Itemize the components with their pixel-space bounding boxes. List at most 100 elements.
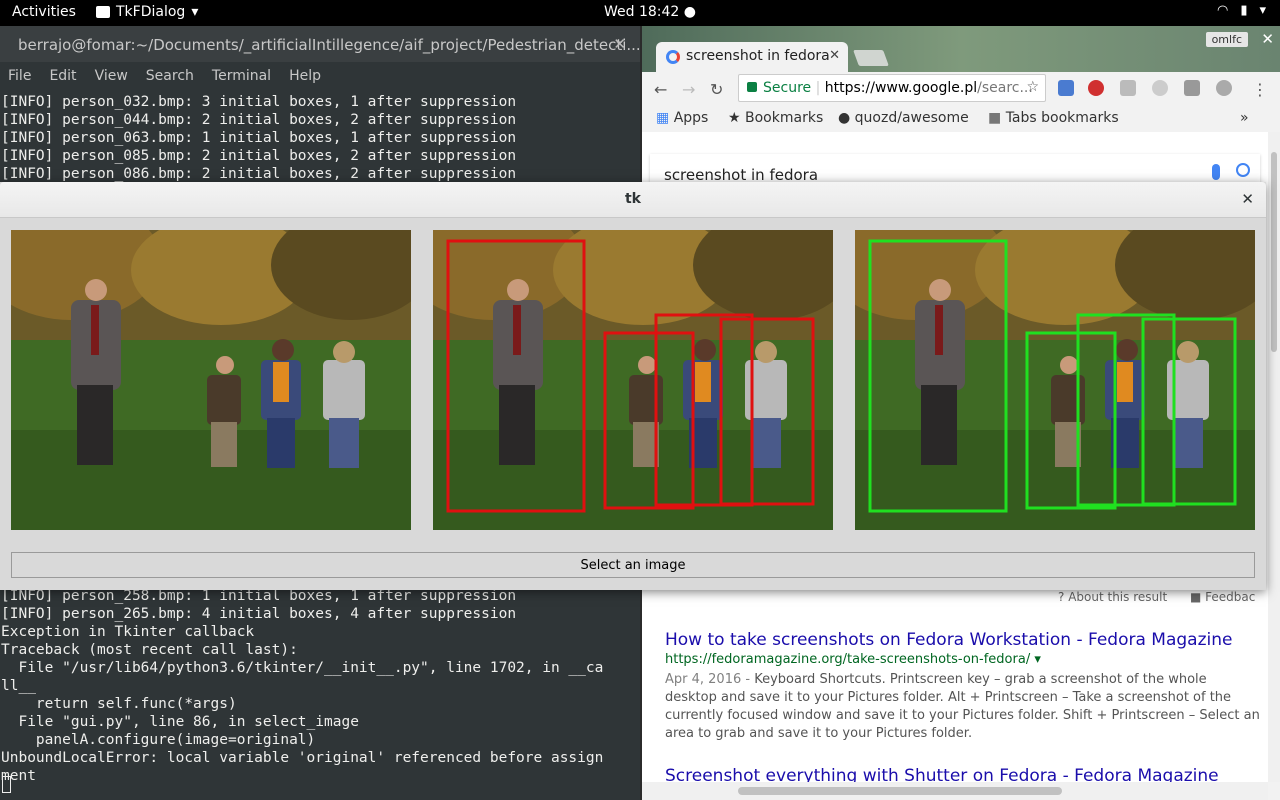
terminal-output-top[interactable]: [INFO] person_032.bmp: 3 initial boxes, … [1, 93, 516, 183]
close-icon[interactable]: ✕ [829, 48, 840, 63]
terminal-line: UnboundLocalError: local variable 'origi… [1, 750, 604, 766]
new-tab-button[interactable] [853, 50, 889, 66]
dropbox-icon[interactable] [1120, 80, 1136, 96]
extension-icon[interactable] [1058, 80, 1074, 96]
vertical-scrollbar[interactable] [1268, 132, 1280, 782]
star-icon: ★ [728, 110, 741, 126]
child-jacket [323, 360, 365, 420]
photo-image [433, 230, 833, 530]
top-bar: Activities TkFDialog ▾ Wed 18:42 ● ◠ ▮ ▾ [0, 0, 1280, 26]
dialog-titlebar[interactable]: tk ✕ [0, 182, 1266, 218]
menu-view[interactable]: View [95, 68, 128, 90]
person-legs [921, 385, 957, 465]
terminal-line: [INFO] person_032.bmp: 3 initial boxes, … [1, 94, 517, 110]
child-head [755, 341, 777, 363]
bookmark-tabs[interactable]: ■ Tabs bookmarks [988, 110, 1119, 126]
terminal-title: berrajo@fomar:~/Documents/_artificialInt… [18, 36, 640, 54]
person-scarf [935, 305, 943, 355]
system-tray[interactable]: ◠ ▮ ▾ [1217, 3, 1266, 18]
menu-terminal[interactable]: Terminal [212, 68, 271, 90]
back-icon[interactable]: ← [654, 80, 667, 99]
chevron-down-icon[interactable]: ▾ [1034, 652, 1041, 667]
bookmarks-overflow[interactable]: » [1240, 110, 1249, 126]
menu-file[interactable]: File [8, 68, 31, 90]
window-icon [96, 6, 110, 18]
terminal-line: File "/usr/lib64/python3.6/tkinter/__ini… [1, 660, 604, 676]
terminal-line: ll__ [1, 678, 36, 694]
menu-help[interactable]: Help [289, 68, 321, 90]
terminal-line: Traceback (most recent call last): [1, 642, 298, 658]
bookmark-label: Bookmarks [745, 110, 824, 126]
scroll-thumb[interactable] [1271, 152, 1277, 352]
person-scarf [513, 305, 521, 355]
bookmark-apps[interactable]: ▦ Apps [656, 110, 708, 126]
extension-icon[interactable] [1216, 80, 1232, 96]
wifi-icon: ◠ [1216, 3, 1229, 18]
bookmark-label: Tabs bookmarks [1005, 110, 1119, 126]
feedback-link[interactable]: ■ Feedbac [1190, 590, 1255, 604]
forward-icon[interactable]: → [682, 80, 695, 99]
extension-icon[interactable] [1088, 80, 1104, 96]
child-legs [211, 422, 237, 467]
activities-button[interactable]: Activities [12, 4, 76, 20]
result-url[interactable]: https://fedoramagazine.org/take-screensh… [665, 652, 1041, 667]
terminal-output-bottom[interactable]: [INFO] person_258.bmp: 1 initial boxes, … [1, 587, 603, 785]
close-icon[interactable]: ✕ [613, 35, 626, 53]
terminal-line: [INFO] person_085.bmp: 2 initial boxes, … [1, 148, 517, 164]
url-host: https://www.google.pl [824, 80, 978, 96]
mic-icon[interactable] [1212, 164, 1220, 180]
close-icon[interactable]: ✕ [1241, 190, 1254, 208]
result-snippet: Apr 4, 2016 - Keyboard Shortcuts. Prints… [665, 671, 1261, 743]
horizontal-scrollbar[interactable] [642, 782, 1268, 800]
about-result-link[interactable]: ? About this result [1058, 590, 1167, 604]
chevron-down-icon: ▾ [1259, 3, 1266, 18]
person-scarf [91, 305, 99, 355]
child-shirt [273, 362, 289, 402]
child-head [333, 341, 355, 363]
child-legs [751, 418, 781, 468]
dialog-title: tk [624, 191, 641, 207]
menu-edit[interactable]: Edit [49, 68, 76, 90]
chevron-down-icon: ▾ [191, 4, 199, 20]
terminal-line: [INFO] person_063.bmp: 1 initial boxes, … [1, 130, 517, 146]
bookmark-label: Apps [673, 110, 709, 126]
extension-icon[interactable] [1152, 80, 1168, 96]
tab-title: screenshot in fedora [686, 48, 830, 64]
terminal-titlebar[interactable]: berrajo@fomar:~/Documents/_artificialInt… [0, 26, 640, 62]
person-head [507, 279, 529, 301]
result-title[interactable]: How to take screenshots on Fedora Workst… [665, 630, 1232, 650]
close-icon[interactable]: ✕ [1261, 30, 1274, 48]
image-panel-after-suppression [855, 230, 1255, 530]
child-head [638, 356, 656, 374]
bookmark-bookmarks[interactable]: ★ Bookmarks [728, 110, 823, 126]
bookmark-quozd[interactable]: ● quozd/awesome [838, 110, 969, 126]
child-head [272, 339, 294, 361]
address-bar[interactable]: Secure | https://www.google.pl/searc... … [738, 74, 1046, 102]
terminal-line: [INFO] person_086.bmp: 2 initial boxes, … [1, 166, 517, 182]
browser-tab[interactable]: screenshot in fedora ✕ [656, 42, 848, 72]
menu-dots-icon[interactable]: ⋮ [1252, 80, 1268, 99]
terminal-line: File "gui.py", line 86, in select_image [1, 714, 359, 730]
child-jacket [629, 375, 663, 425]
menu-search[interactable]: Search [146, 68, 194, 90]
folder-icon: ■ [988, 110, 1002, 126]
bookmark-label: quozd/awesome [854, 110, 969, 126]
child-head [216, 356, 234, 374]
image-panel-original [11, 230, 411, 530]
clock[interactable]: Wed 18:42 ● [604, 4, 696, 20]
scroll-thumb[interactable] [738, 787, 1062, 795]
terminal-line: return self.func(*args) [1, 696, 237, 712]
terminal-line: Exception in Tkinter callback [1, 624, 255, 640]
app-menu[interactable]: TkFDialog ▾ [96, 4, 198, 20]
select-image-button[interactable]: Select an image [11, 552, 1255, 578]
bookmark-star-icon[interactable]: ☆ [1026, 79, 1039, 95]
profile-button[interactable]: omlfc [1205, 32, 1248, 47]
reload-icon[interactable]: ↻ [710, 80, 723, 99]
result-date: Apr 4, 2016 - [665, 672, 755, 687]
search-icon[interactable] [1236, 163, 1250, 177]
feedback-icon: ■ [1190, 590, 1202, 604]
terminal-line: [INFO] person_265.bmp: 4 initial boxes, … [1, 606, 517, 622]
app-menu-label: TkFDialog [116, 4, 186, 20]
extension-icon[interactable] [1184, 80, 1200, 96]
person-head [929, 279, 951, 301]
